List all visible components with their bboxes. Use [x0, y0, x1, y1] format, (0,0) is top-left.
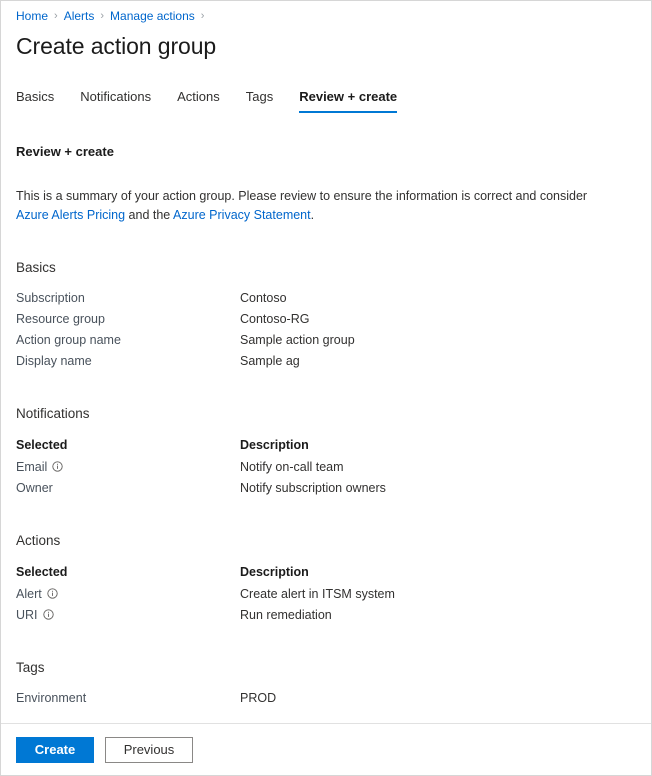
table-row: Subscription Contoso — [16, 287, 636, 308]
row-label: Environment — [16, 689, 240, 707]
page-content: Home › Alerts › Manage actions › Create actio… — [1, 1, 651, 723]
row-value: Notify subscription owners — [240, 479, 386, 497]
row-value: Run remediation — [240, 606, 332, 624]
wizard-tabs: Basics Notifications Actions Tags Review + c… — [16, 87, 636, 113]
row-label-text: Owner — [16, 479, 53, 497]
create-action-group-page: Home › Alerts › Manage actions › Create actio… — [0, 0, 652, 776]
summary-description: This is a summary of your action group. … — [16, 187, 616, 225]
section-heading: Review + create — [16, 143, 636, 161]
table-row: Email Notify on-call team — [16, 456, 636, 477]
column-header-description: Description — [240, 563, 309, 581]
table-row: URI Run remediation — [16, 604, 636, 625]
azure-alerts-pricing-link[interactable]: Azure Alerts Pricing — [16, 208, 125, 222]
info-icon[interactable] — [52, 461, 63, 472]
tab-review-create[interactable]: Review + create — [299, 88, 397, 113]
row-label-text: Action group name — [16, 331, 121, 349]
row-label-text: Environment — [16, 689, 86, 707]
summary-text-part-2: and the — [125, 208, 173, 222]
row-label: Alert — [16, 585, 240, 603]
chevron-right-icon: › — [54, 8, 58, 24]
row-label: Action group name — [16, 331, 240, 349]
row-value: Contoso — [240, 289, 287, 307]
tab-actions[interactable]: Actions — [177, 88, 220, 113]
row-label: Resource group — [16, 310, 240, 328]
chevron-right-icon: › — [100, 8, 104, 24]
table-row: Alert Create alert in ITSM system — [16, 583, 636, 604]
row-value: Create alert in ITSM system — [240, 585, 395, 603]
column-header-selected: Selected — [16, 436, 240, 454]
row-label: Display name — [16, 352, 240, 370]
row-label-text: Display name — [16, 352, 92, 370]
summary-text-part-3: . — [311, 208, 314, 222]
azure-privacy-statement-link[interactable]: Azure Privacy Statement — [173, 208, 311, 222]
create-button[interactable]: Create — [16, 737, 94, 763]
table-row: Resource group Contoso-RG — [16, 308, 636, 329]
summary-group-basics: Basics Subscription Contoso Resource group C… — [16, 259, 636, 371]
info-icon[interactable] — [47, 588, 58, 599]
breadcrumb-item-home[interactable]: Home — [16, 8, 48, 24]
tab-basics[interactable]: Basics — [16, 88, 54, 113]
summary-group-tags: Tags Environment PROD — [16, 659, 636, 708]
group-title: Tags — [16, 659, 636, 677]
row-label-text: Alert — [16, 585, 42, 603]
column-header-description: Description — [240, 436, 309, 454]
row-label-text: Resource group — [16, 310, 105, 328]
previous-button[interactable]: Previous — [105, 737, 193, 763]
row-label: URI — [16, 606, 240, 624]
page-title: Create action group — [16, 31, 636, 61]
summary-group-notifications: Notifications SelectedDescription Email Not… — [16, 405, 636, 498]
group-title: Basics — [16, 259, 636, 277]
tab-notifications[interactable]: Notifications — [80, 88, 151, 113]
summary-text-part-1: This is a summary of your action group. … — [16, 189, 587, 203]
row-value: Notify on-call team — [240, 458, 344, 476]
wizard-footer: Create Previous — [1, 723, 651, 775]
summary-groups: Basics Subscription Contoso Resource group C… — [16, 259, 636, 708]
summary-group-actions: Actions SelectedDescription Alert Create al… — [16, 532, 636, 625]
row-label-text: URI — [16, 606, 38, 624]
chevron-right-icon: › — [201, 8, 205, 24]
breadcrumb-item-manage-actions[interactable]: Manage actions — [110, 8, 195, 24]
group-title: Actions — [16, 532, 636, 550]
table-row: Action group name Sample action group — [16, 329, 636, 350]
table-header-row: SelectedDescription — [16, 433, 636, 456]
tab-tags[interactable]: Tags — [246, 88, 273, 113]
table-row: Environment PROD — [16, 687, 636, 708]
row-value: Sample ag — [240, 352, 300, 370]
breadcrumb-item-alerts[interactable]: Alerts — [64, 8, 95, 24]
row-label: Subscription — [16, 289, 240, 307]
table-row: Display name Sample ag — [16, 350, 636, 371]
row-value: Contoso-RG — [240, 310, 309, 328]
column-header-selected: Selected — [16, 563, 240, 581]
info-icon[interactable] — [43, 609, 54, 620]
group-title: Notifications — [16, 405, 636, 423]
row-value: PROD — [240, 689, 276, 707]
row-value: Sample action group — [240, 331, 355, 349]
row-label-text: Email — [16, 458, 47, 476]
breadcrumb: Home › Alerts › Manage actions › — [16, 1, 636, 24]
table-row: Owner Notify subscription owners — [16, 477, 636, 498]
row-label: Email — [16, 458, 240, 476]
row-label: Owner — [16, 479, 240, 497]
row-label-text: Subscription — [16, 289, 85, 307]
table-header-row: SelectedDescription — [16, 560, 636, 583]
